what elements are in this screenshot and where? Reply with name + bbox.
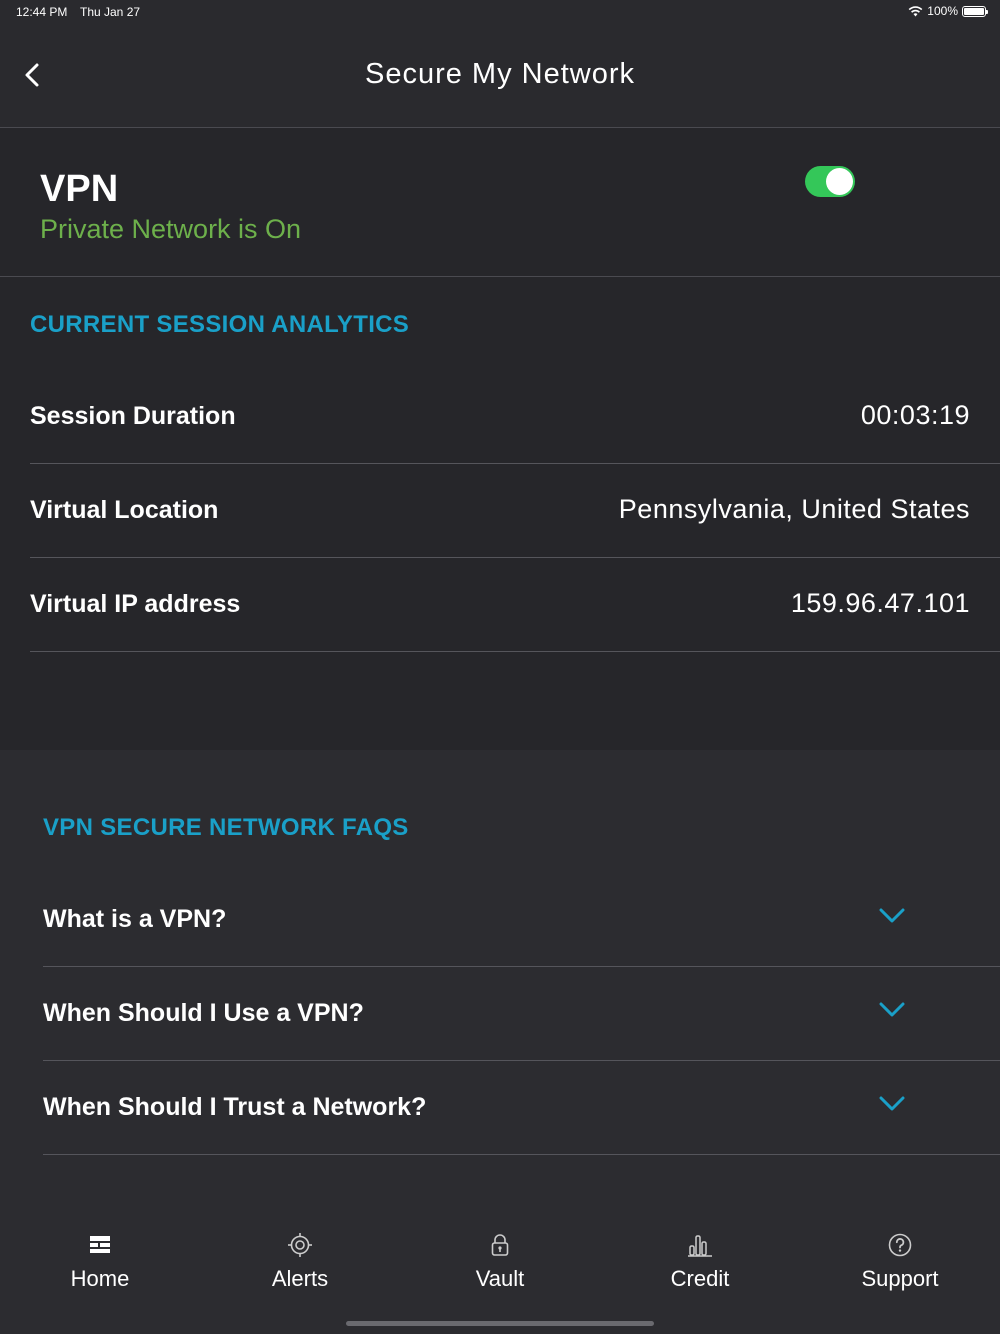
home-indicator[interactable]: [346, 1321, 654, 1326]
faq-label: What is a VPN?: [43, 905, 227, 933]
vpn-title: VPN: [40, 168, 119, 210]
battery-icon: [962, 5, 988, 17]
analytics-row-session-duration: Session Duration 00:03:19: [30, 370, 1000, 464]
faq-label: When Should I Trust a Network?: [43, 1093, 427, 1121]
chevron-down-icon[interactable]: [878, 1095, 906, 1113]
faq-label: When Should I Use a VPN?: [43, 999, 364, 1027]
tab-alerts[interactable]: Alerts: [200, 1232, 400, 1302]
session-analytics: CURRENT SESSION ANALYTICS Session Durati…: [0, 277, 1000, 750]
row-label: Virtual Location: [30, 496, 219, 524]
tab-label: Vault: [475, 1266, 525, 1291]
tab-bar: Home Alerts Vault Credit Support: [0, 1210, 1000, 1334]
row-label: Session Duration: [30, 402, 236, 430]
tab-label: Alerts: [271, 1266, 329, 1291]
faq-item-what-is-vpn[interactable]: What is a VPN?: [43, 873, 1000, 967]
alerts-icon: [288, 1233, 312, 1257]
row-value: 159.96.47.101: [790, 588, 970, 618]
row-label: Virtual IP address: [30, 590, 241, 618]
faq-heading: VPN SECURE NETWORK FAQS: [43, 814, 409, 841]
lock-icon: [491, 1234, 509, 1256]
tab-label: Credit: [670, 1266, 730, 1291]
header: Secure My Network: [0, 24, 1000, 128]
analytics-row-virtual-location: Virtual Location Pennsylvania, United St…: [30, 464, 1000, 558]
vpn-toggle[interactable]: [805, 166, 855, 197]
status-date: Thu Jan 27: [80, 5, 141, 19]
row-value: 00:03:19: [860, 400, 970, 430]
tab-home[interactable]: Home: [0, 1232, 200, 1302]
vpn-section: VPN Private Network is On: [0, 128, 1000, 277]
page-title: Secure My Network: [364, 58, 635, 90]
help-icon: [888, 1233, 912, 1257]
faq-item-when-use-vpn[interactable]: When Should I Use a VPN?: [43, 967, 1000, 1061]
faq-section: VPN SECURE NETWORK FAQS What is a VPN? W…: [0, 750, 1000, 1210]
tab-credit[interactable]: Credit: [600, 1232, 800, 1302]
vpn-status: Private Network is On: [40, 214, 302, 244]
tab-vault[interactable]: Vault: [400, 1232, 600, 1302]
status-indicators: 100%: [908, 4, 988, 18]
battery-percent: 100%: [927, 4, 958, 18]
status-bar: 12:44 PM Thu Jan 27 100%: [0, 0, 1000, 24]
status-time: 12:44 PM: [16, 5, 68, 19]
tab-label: Support: [861, 1266, 939, 1291]
wifi-icon: [908, 5, 923, 16]
analytics-row-virtual-ip: Virtual IP address 159.96.47.101: [30, 558, 1000, 652]
tab-label: Home: [70, 1266, 130, 1291]
tab-support[interactable]: Support: [800, 1232, 1000, 1302]
chevron-down-icon[interactable]: [878, 907, 906, 925]
toggle-knob: [826, 168, 853, 195]
row-value: Pennsylvania, United States: [618, 494, 970, 524]
bar-chart-icon: [688, 1235, 712, 1257]
home-icon: [90, 1236, 110, 1253]
faq-item-trust-network[interactable]: When Should I Trust a Network?: [43, 1061, 1000, 1155]
analytics-heading: CURRENT SESSION ANALYTICS: [30, 311, 410, 338]
chevron-down-icon[interactable]: [878, 1001, 906, 1019]
